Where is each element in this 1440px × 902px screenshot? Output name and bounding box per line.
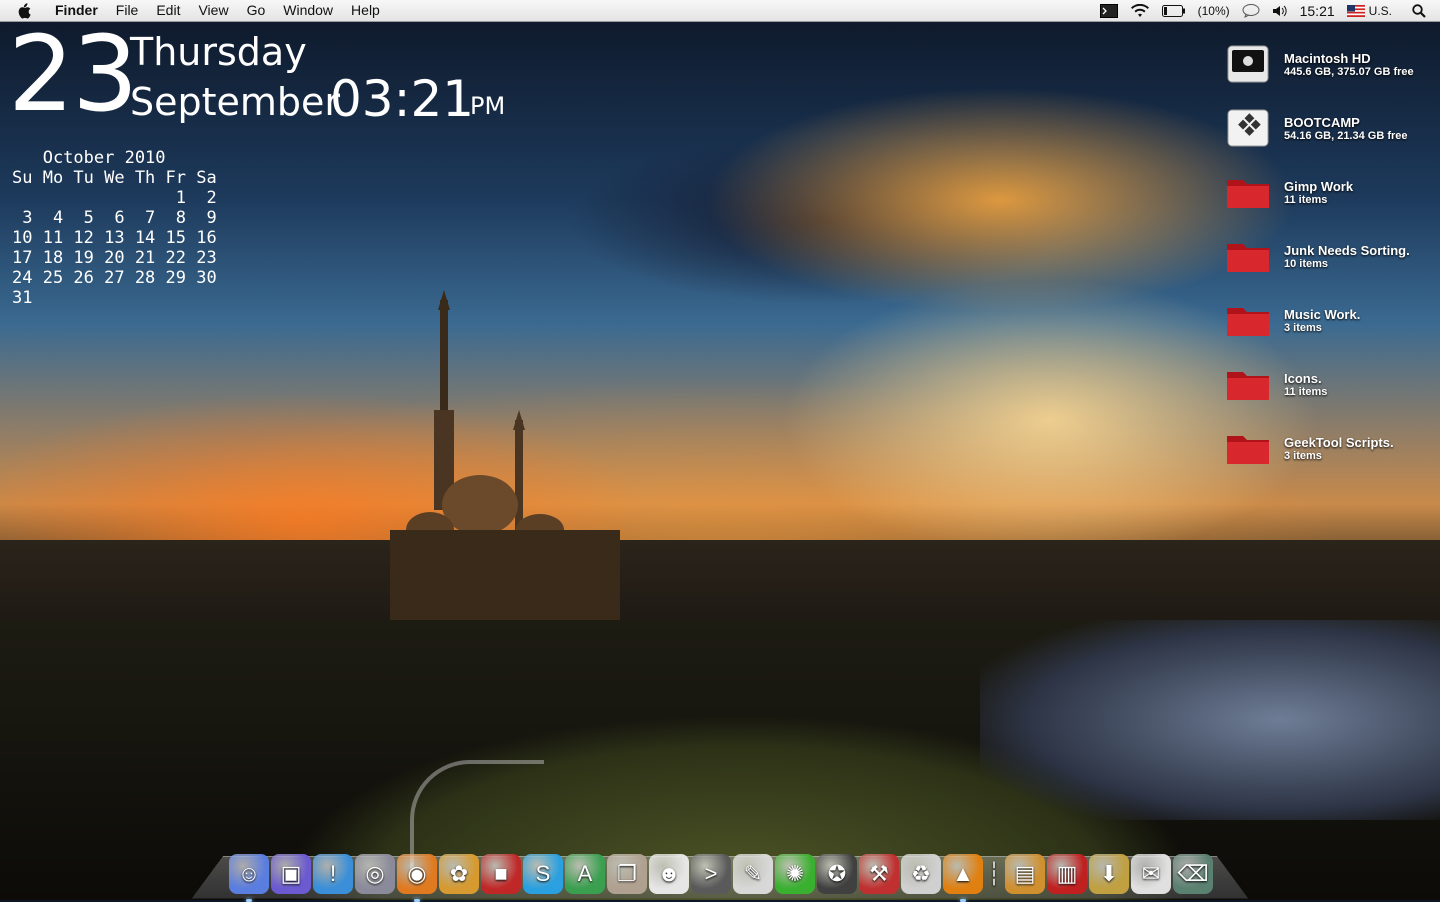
wallpaper-lake (980, 620, 1440, 820)
desktop-item-name: Icons. (1284, 370, 1322, 386)
recycle-icon[interactable]: ♻ (901, 854, 941, 894)
desktop-item-name: GeekTool Scripts. (1284, 434, 1394, 450)
wifi-icon[interactable] (1130, 3, 1150, 18)
downloads-folder-icon[interactable]: ⬇ (1089, 854, 1129, 894)
desktop-item-music-work[interactable]: Music Work. 3 items (1224, 288, 1434, 352)
windows-drive-icon (1224, 104, 1272, 152)
desktop-item-name: BOOTCAMP (1284, 114, 1360, 130)
mail-icon[interactable]: ✉ (1131, 854, 1171, 894)
battery-percent: (10%) (1197, 3, 1230, 18)
trash-icon[interactable]: ⌫ (1173, 854, 1213, 894)
firefox-icon[interactable]: ◉ (397, 854, 437, 902)
desktop-item-info: 10 items (1284, 257, 1329, 270)
desktop-item-junk-needs-sorting[interactable]: Junk Needs Sorting. 10 items (1224, 224, 1434, 288)
finder-icon[interactable]: ☺ (229, 854, 269, 902)
desktop-item-name: Macintosh HD (1284, 50, 1371, 66)
widget-month: September (130, 80, 341, 124)
red-folder-icon (1224, 360, 1272, 408)
iphoto-icon[interactable]: ✿ (439, 854, 479, 894)
menu-bar: Finder File Edit View Go Window Help (10… (0, 0, 1440, 22)
menu-go[interactable]: Go (238, 0, 275, 21)
desktop-item-name: Junk Needs Sorting. (1284, 242, 1410, 258)
hard-drive-icon (1224, 40, 1272, 88)
red-folder-icon (1224, 232, 1272, 280)
volume-icon[interactable] (1272, 4, 1288, 18)
calendar-widget: October 2010 Su Mo Tu We Th Fr Sa 1 2 3 … (12, 148, 217, 308)
speech-bubble-icon[interactable] (1242, 3, 1260, 18)
widget-time: 03:21 (330, 70, 475, 128)
desktop-item-info: 54.16 GB, 21.34 GB free (1284, 129, 1408, 142)
desktop-item-bootcamp[interactable]: BOOTCAMP 54.16 GB, 21.34 GB free (1224, 96, 1434, 160)
wallpaper-mosque (390, 290, 620, 620)
desktop-item-icons[interactable]: Icons. 11 items (1224, 352, 1434, 416)
red-folder-icon (1224, 168, 1272, 216)
preview-icon[interactable]: ❐ (607, 854, 647, 894)
desktop-item-info: 3 items (1284, 449, 1322, 462)
spotlight-search-icon[interactable] (1412, 3, 1426, 18)
battery-icon[interactable] (1161, 4, 1186, 17)
desktop-item-info: 445.6 GB, 375.07 GB free (1284, 65, 1414, 78)
widget-day-number: 23 (8, 13, 138, 135)
desktop-item-macintosh-hd[interactable]: Macintosh HD 445.6 GB, 375.07 GB free (1224, 32, 1434, 96)
photo-frame-icon[interactable]: ▣ (271, 854, 311, 894)
menu-window[interactable]: Window (274, 0, 342, 21)
desktop-item-name: Gimp Work (1284, 178, 1354, 194)
input-source-label[interactable]: U.S. (1369, 4, 1392, 18)
desktop-item-geektool-scripts[interactable]: GeekTool Scripts. 3 items (1224, 416, 1434, 480)
dvd-icon[interactable]: ◎ (355, 854, 395, 894)
terminal-icon[interactable]: > (691, 854, 731, 894)
pdf-stack-icon[interactable]: ▥ (1047, 854, 1087, 894)
widget-weekday: Thursday (130, 30, 307, 74)
documents-stack-icon[interactable]: ▤ (1005, 854, 1045, 894)
desktop-item-info: 3 items (1284, 321, 1322, 334)
desktop-item-gimp-work[interactable]: Gimp Work 11 items (1224, 160, 1434, 224)
desktop-item-name: Music Work. (1284, 306, 1361, 322)
dock: ☺ ▣! ◎ ◉ ✿ ■ S A ❐ ☻ > ✎ ✺ ✪ ⚒ ♻ ▲ ┆ ▤ ▥ ⬇ ✉ ⌫ (228, 842, 1218, 902)
vlc-icon[interactable]: ▲ (943, 854, 983, 902)
desktop-items: Macintosh HD 445.6 GB, 375.07 GB free BOOT… (1224, 32, 1434, 480)
adium-icon[interactable]: ! (313, 854, 353, 894)
desktop-item-info: 11 items (1284, 193, 1328, 206)
menu-extras: (10%) 15:21 U.S. (1094, 0, 1440, 21)
red-folder-icon (1224, 296, 1272, 344)
widget-ampm: PM (470, 92, 506, 120)
menu-help[interactable]: Help (342, 0, 389, 21)
menu-view[interactable]: View (189, 0, 237, 21)
app-store-icon[interactable]: A (565, 854, 605, 894)
red-folder-icon (1224, 424, 1272, 472)
us-flag-icon[interactable] (1346, 4, 1365, 17)
skype-icon[interactable]: S (523, 854, 563, 894)
utility-icon[interactable]: ⚒ (859, 854, 899, 894)
desktop-item-info: 11 items (1284, 385, 1328, 398)
menubar-clock[interactable]: 15:21 (1300, 3, 1335, 19)
terminal-status-icon[interactable] (1099, 3, 1118, 18)
photo-booth-icon[interactable]: ■ (481, 854, 521, 894)
textedit-icon[interactable]: ✎ (733, 854, 773, 894)
menu-edit[interactable]: Edit (147, 0, 189, 21)
anonymous-mask-icon[interactable]: ☻ (649, 854, 689, 894)
separator-icon: ┆ (987, 861, 1001, 886)
safari-icon[interactable]: ✪ (817, 854, 857, 894)
limewire-icon[interactable]: ✺ (775, 854, 815, 894)
